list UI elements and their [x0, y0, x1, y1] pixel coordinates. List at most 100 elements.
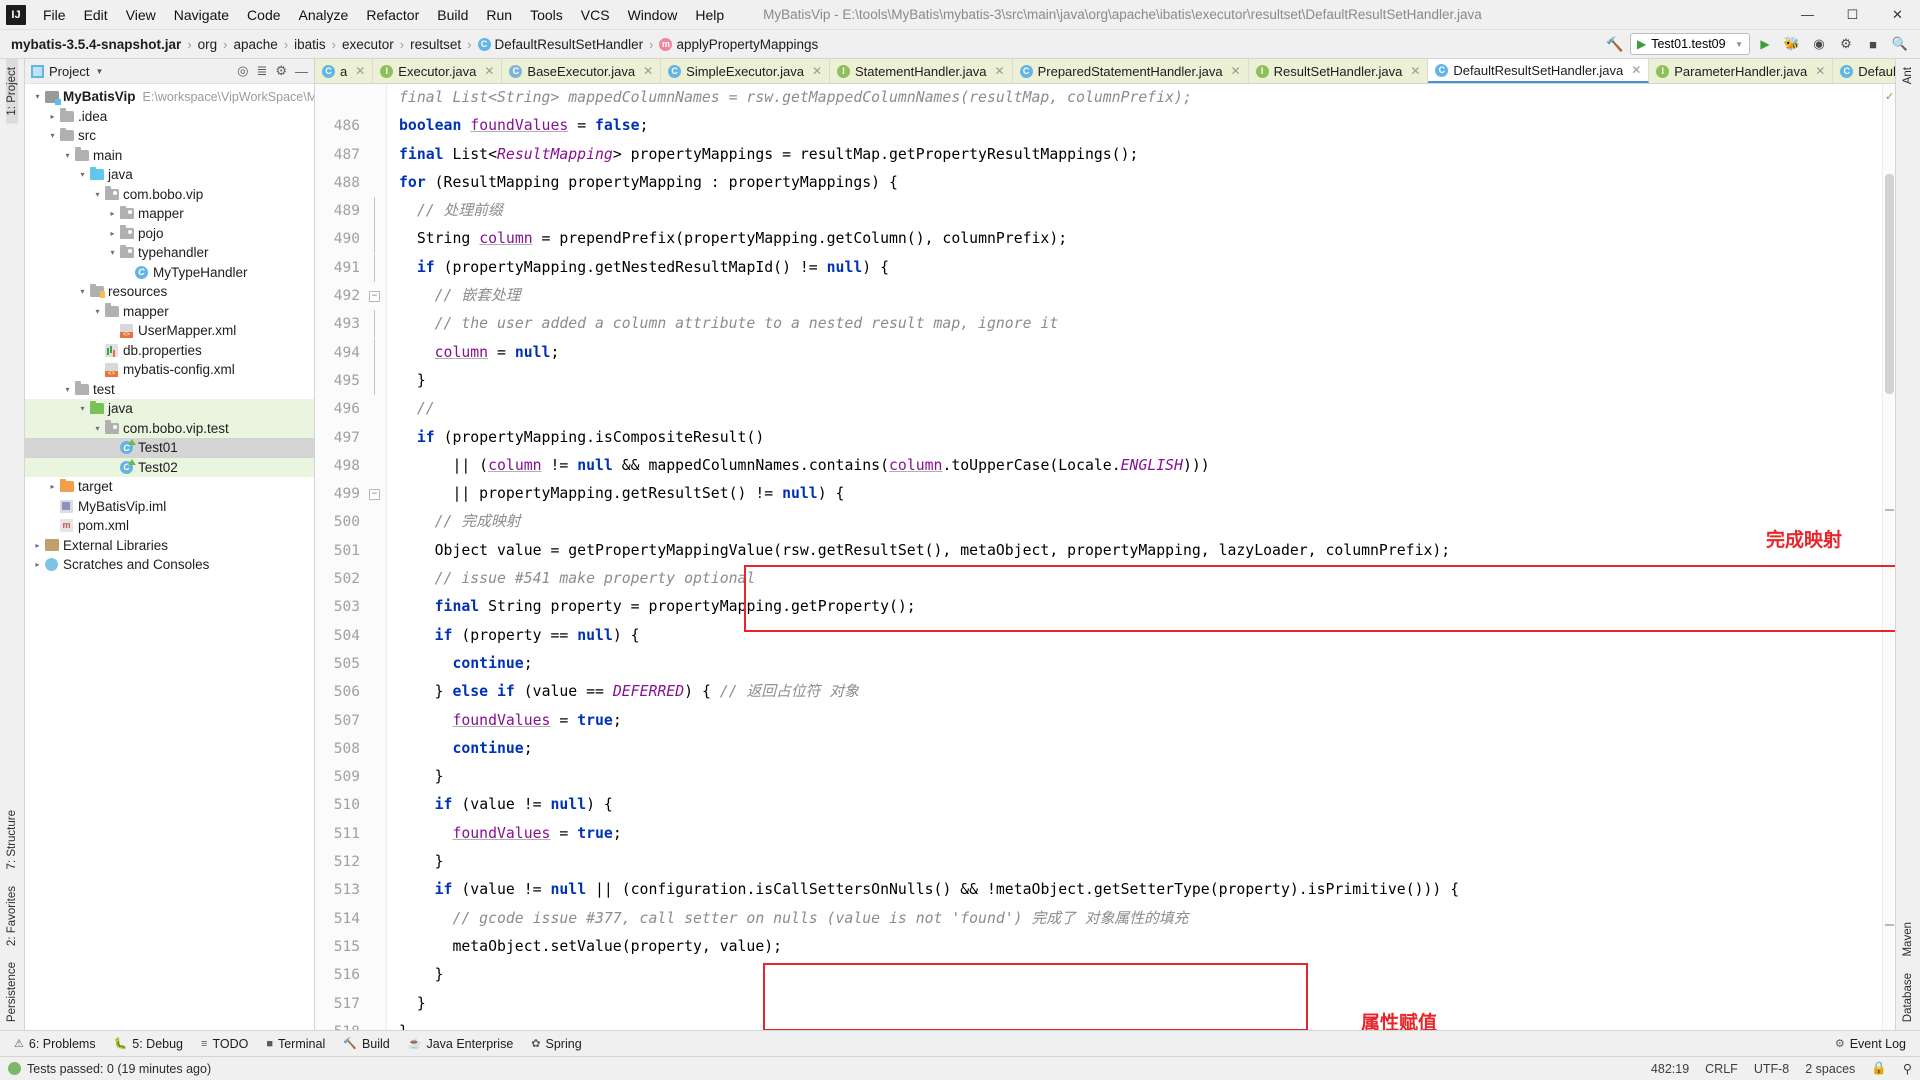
- scrollbar-thumb[interactable]: [1885, 174, 1894, 394]
- code-line[interactable]: continue;: [399, 735, 1882, 763]
- code-line[interactable]: if (propertyMapping.isCompositeResult(): [399, 424, 1882, 452]
- code-line[interactable]: if (value != null || (configuration.isCa…: [399, 876, 1882, 904]
- breadcrumb-item[interactable]: executor: [337, 35, 399, 54]
- line-number[interactable]: 506: [315, 678, 386, 706]
- close-icon[interactable]: ✕: [995, 64, 1005, 78]
- breadcrumb-item[interactable]: mybatis-3.5.4-snapshot.jar: [6, 35, 186, 54]
- editor-tab-resultsethandler-java[interactable]: IResultSetHandler.java✕: [1249, 59, 1429, 83]
- chevron-down-icon[interactable]: ▾: [76, 170, 89, 179]
- menu-item-run[interactable]: Run: [477, 4, 521, 26]
- bottom-tool-java-enterprise[interactable]: ☕Java Enterprise: [400, 1034, 522, 1054]
- line-number[interactable]: 515: [315, 933, 386, 961]
- line-number[interactable]: 503: [315, 593, 386, 621]
- tree-node-db-properties[interactable]: db.properties: [25, 341, 314, 361]
- maximize-icon[interactable]: ☐: [1830, 0, 1875, 30]
- code-line[interactable]: if (value != null) {: [399, 791, 1882, 819]
- stop-button[interactable]: ■: [1861, 33, 1885, 55]
- menu-item-help[interactable]: Help: [686, 4, 733, 26]
- breadcrumb-item[interactable]: ibatis: [289, 35, 331, 54]
- line-number[interactable]: 509: [315, 763, 386, 791]
- tree-node-src[interactable]: ▾src: [25, 126, 314, 146]
- tool-window-button-project[interactable]: 1: Project: [6, 59, 18, 124]
- line-number[interactable]: 498: [315, 452, 386, 480]
- chevron-right-icon[interactable]: ▸: [46, 482, 59, 491]
- code-line[interactable]: }: [399, 848, 1882, 876]
- close-icon[interactable]: ✕: [1875, 0, 1920, 30]
- run-configuration-selector[interactable]: ▶ Test01.test09 ▼: [1630, 33, 1750, 55]
- tree-node-com-bobo-vip[interactable]: ▾com.bobo.vip: [25, 185, 314, 205]
- line-number[interactable]: [315, 84, 386, 112]
- indent-setting[interactable]: 2 spaces: [1805, 1062, 1855, 1076]
- line-number[interactable]: 499−: [315, 480, 386, 508]
- line-number[interactable]: 489: [315, 197, 386, 225]
- chevron-down-icon[interactable]: ▾: [91, 190, 104, 199]
- bottom-tool-6--problems[interactable]: ⚠6: Problems: [6, 1034, 104, 1054]
- line-number[interactable]: 513: [315, 876, 386, 904]
- code-line[interactable]: foundValues = true;: [399, 707, 1882, 735]
- line-number[interactable]: 504: [315, 622, 386, 650]
- line-number[interactable]: 493: [315, 310, 386, 338]
- code-line[interactable]: // 嵌套处理: [399, 282, 1882, 310]
- tree-node-scratches-and-consoles[interactable]: ▸Scratches and Consoles: [25, 555, 314, 575]
- search-icon[interactable]: 🔍: [1888, 33, 1912, 55]
- line-number[interactable]: 486: [315, 112, 386, 140]
- gear-icon[interactable]: ⚙: [275, 63, 287, 79]
- breadcrumb-item[interactable]: mapplyPropertyMappings: [654, 35, 823, 54]
- breadcrumb-item[interactable]: org: [193, 35, 223, 54]
- bottom-tool-5--debug[interactable]: 🐛5: Debug: [106, 1034, 191, 1054]
- breadcrumb-item[interactable]: apache: [229, 35, 283, 54]
- tree-node-mybatisvip[interactable]: ▾MyBatisVipE:\workspace\VipWorkSpace\M: [25, 87, 314, 107]
- tree-node-mybatisvip-iml[interactable]: MyBatisVip.iml: [25, 497, 314, 517]
- tool-window-button-favorites[interactable]: 2: Favorites: [6, 878, 18, 954]
- code-line[interactable]: String column = prependPrefix(propertyMa…: [399, 225, 1882, 253]
- menu-item-window[interactable]: Window: [619, 4, 687, 26]
- menu-item-navigate[interactable]: Navigate: [165, 4, 238, 26]
- lock-icon[interactable]: 🔒: [1871, 1061, 1887, 1076]
- fold-marker[interactable]: −: [369, 291, 380, 302]
- minimize-icon[interactable]: —: [1785, 0, 1830, 30]
- code-line[interactable]: if (propertyMapping.getNestedResultMapId…: [399, 254, 1882, 282]
- locate-icon[interactable]: ◎: [237, 63, 248, 79]
- code-line[interactable]: }: [399, 763, 1882, 791]
- tree-node-com-bobo-vip-test[interactable]: ▾com.bobo.vip.test: [25, 419, 314, 439]
- line-number[interactable]: 508: [315, 735, 386, 763]
- line-number[interactable]: 487: [315, 141, 386, 169]
- tool-window-button-ant[interactable]: Ant: [1902, 59, 1914, 92]
- line-number[interactable]: 518: [315, 1018, 386, 1030]
- code-line[interactable]: metaObject.setValue(property, value);: [399, 933, 1882, 961]
- code-line[interactable]: }: [399, 990, 1882, 1018]
- editor-tab-defaultpa[interactable]: CDefaultPa✕: [1833, 59, 1895, 83]
- line-number[interactable]: 492−: [315, 282, 386, 310]
- tree-node-target[interactable]: ▸target: [25, 477, 314, 497]
- tree-node-mybatis-config-xml[interactable]: mybatis-config.xml: [25, 360, 314, 380]
- file-encoding[interactable]: UTF-8: [1754, 1062, 1789, 1076]
- editor-tab-parameterhandler-java[interactable]: IParameterHandler.java✕: [1649, 59, 1833, 83]
- line-number[interactable]: 505: [315, 650, 386, 678]
- code-line[interactable]: || propertyMapping.getResultSet() != nul…: [399, 480, 1882, 508]
- code-line[interactable]: Object value = getPropertyMappingValue(r…: [399, 537, 1882, 565]
- code-line[interactable]: column = null;: [399, 339, 1882, 367]
- line-number[interactable]: 490: [315, 225, 386, 253]
- editor-tab-a[interactable]: Ca✕: [315, 59, 373, 83]
- tree-node--idea[interactable]: ▸.idea: [25, 107, 314, 127]
- tree-node-typehandler[interactable]: ▾typehandler: [25, 243, 314, 263]
- editor-tab-preparedstatementhandler-java[interactable]: CPreparedStatementHandler.java✕: [1013, 59, 1249, 83]
- chevron-down-icon[interactable]: ▾: [91, 307, 104, 316]
- menu-item-build[interactable]: Build: [428, 4, 477, 26]
- tree-node-external-libraries[interactable]: ▸External Libraries: [25, 536, 314, 556]
- tool-window-button-structure[interactable]: 7: Structure: [6, 802, 18, 877]
- code-content[interactable]: final List<String> mappedColumnNames = r…: [387, 84, 1882, 1030]
- chevron-down-icon[interactable]: ▼: [95, 67, 103, 76]
- chevron-down-icon[interactable]: ▾: [106, 248, 119, 257]
- close-icon[interactable]: ✕: [1815, 64, 1825, 78]
- project-tree[interactable]: ▾MyBatisVipE:\workspace\VipWorkSpace\M▸.…: [25, 84, 314, 1030]
- editor-tab-statementhandler-java[interactable]: IStatementHandler.java✕: [830, 59, 1013, 83]
- close-icon[interactable]: ✕: [1231, 64, 1241, 78]
- tree-node-java[interactable]: ▾java: [25, 165, 314, 185]
- menu-item-analyze[interactable]: Analyze: [290, 4, 358, 26]
- menu-item-code[interactable]: Code: [238, 4, 289, 26]
- chevron-right-icon[interactable]: ▸: [31, 560, 44, 569]
- code-line[interactable]: final String property = propertyMapping.…: [399, 593, 1882, 621]
- menu-item-edit[interactable]: Edit: [75, 4, 117, 26]
- branch-icon[interactable]: ⚲: [1903, 1061, 1912, 1076]
